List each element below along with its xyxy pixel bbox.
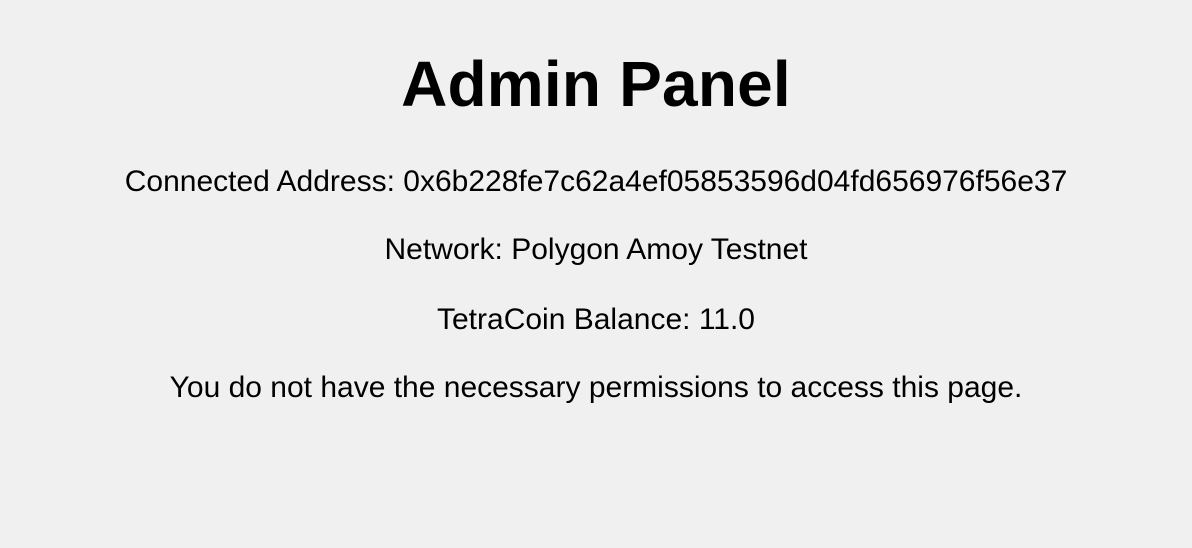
balance-label: TetraCoin Balance: [437,303,699,336]
admin-page: Admin Panel Connected Address: 0x6b228fe… [0,0,1192,548]
connected-address-label: Connected Address: [124,165,404,198]
connected-address-value: 0x6b228fe7c62a4ef05853596d04fd656976f56e… [403,165,1068,198]
page-title: Admin Panel [401,48,791,120]
balance-line: TetraCoin Balance: 11.0 [0,302,1192,338]
balance-value: 11.0 [698,303,755,336]
network-line: Network: Polygon Amoy Testnet [0,232,1192,268]
connected-address-line: Connected Address: 0x6b228fe7c62a4ef0585… [0,164,1192,200]
permission-denied-message: You do not have the necessary permission… [169,371,1023,404]
network-value: Polygon Amoy Testnet [511,233,808,266]
network-label: Network: [384,233,512,266]
